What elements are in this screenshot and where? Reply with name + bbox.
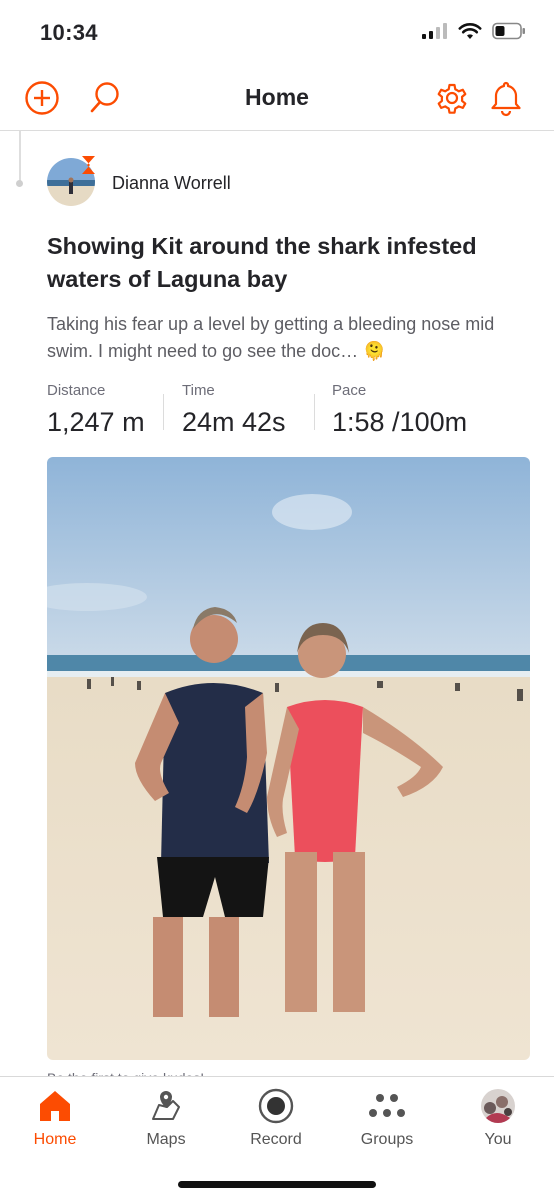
- record-icon: [258, 1088, 294, 1124]
- tab-maps[interactable]: Maps: [121, 1087, 211, 1149]
- cellular-signal-icon: [422, 23, 447, 39]
- profile-avatar: [481, 1089, 515, 1123]
- groups-icon: [369, 1094, 405, 1117]
- battery-icon: [492, 22, 525, 40]
- map-icon: [152, 1091, 180, 1120]
- tab-record[interactable]: Record: [231, 1087, 321, 1149]
- stat-divider: [314, 394, 315, 430]
- activity-title[interactable]: Showing Kit around the shark infested wa…: [47, 230, 517, 296]
- wifi-icon: [458, 23, 482, 39]
- activity-photo[interactable]: [47, 457, 530, 1060]
- home-icon: [40, 1091, 70, 1121]
- stat-value: 24m 42s: [182, 407, 286, 437]
- activity-description: Taking his fear up a level by getting a …: [47, 314, 495, 361]
- tab-label: Maps: [146, 1131, 186, 1148]
- activity-stats: Distance 1,247 m Time 24m 42s Pace 1:58 …: [47, 382, 527, 442]
- stat-value: 1,247 m: [47, 407, 145, 437]
- stat-value: 1:58 /100m: [332, 407, 468, 437]
- notifications-button[interactable]: [486, 78, 526, 118]
- bottom-tab-bar: Home Maps Record Groups You: [0, 1076, 554, 1201]
- bell-icon: [491, 81, 521, 117]
- tab-label: Home: [33, 1131, 77, 1148]
- tab-label: Record: [250, 1131, 302, 1148]
- stat-label: Distance: [47, 382, 106, 399]
- stat-pace: Pace 1:58 /100m: [332, 382, 467, 438]
- stat-label: Pace: [332, 382, 367, 399]
- tab-groups[interactable]: Groups: [342, 1087, 432, 1149]
- stat-distance: Distance 1,247 m: [47, 382, 145, 438]
- stat-divider: [163, 394, 164, 430]
- tab-label: You: [484, 1131, 512, 1148]
- feed-timeline-line: [19, 131, 21, 183]
- author-name[interactable]: Dianna Worrell: [112, 173, 231, 194]
- home-indicator: [178, 1181, 376, 1188]
- subscriber-badge-icon: [82, 156, 95, 174]
- stat-time: Time 24m 42s: [182, 382, 286, 438]
- tab-you[interactable]: You: [453, 1087, 543, 1149]
- tab-label: Groups: [360, 1131, 414, 1148]
- status-icons: [422, 22, 526, 40]
- feed-timeline-dot: [16, 180, 23, 187]
- gear-icon: [437, 83, 467, 114]
- stat-label: Time: [182, 382, 215, 399]
- status-time: 10:34: [40, 20, 98, 45]
- status-bar: 10:34: [0, 0, 554, 64]
- tab-home[interactable]: Home: [10, 1087, 100, 1149]
- settings-button[interactable]: [432, 78, 472, 118]
- top-nav-bar: Home: [0, 64, 554, 131]
